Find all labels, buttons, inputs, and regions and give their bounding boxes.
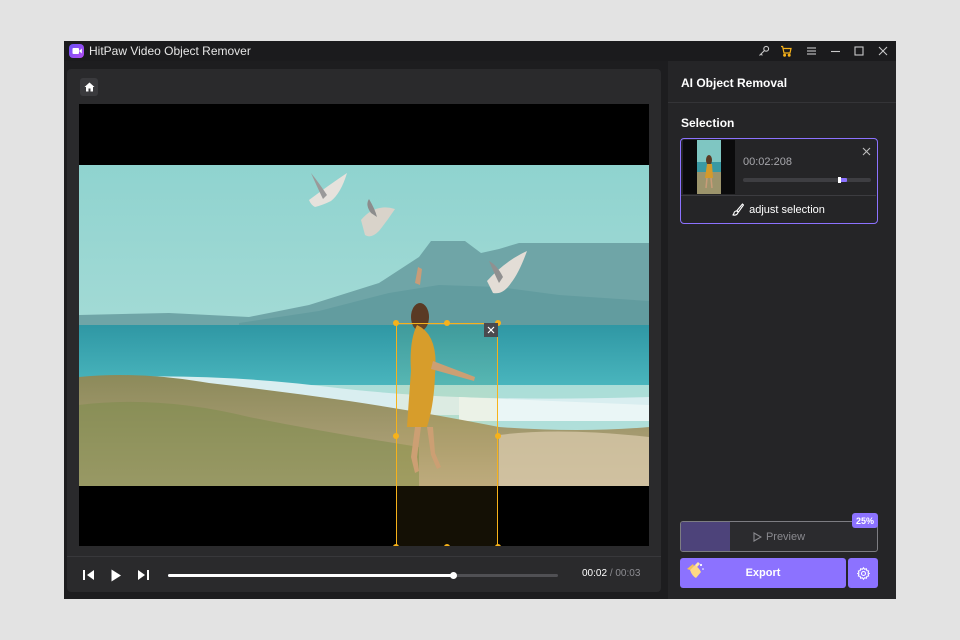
resize-handle[interactable] bbox=[444, 544, 450, 546]
menu-icon[interactable] bbox=[803, 43, 819, 59]
home-icon bbox=[84, 82, 94, 92]
selection-range-track[interactable] bbox=[743, 177, 871, 183]
key-icon[interactable] bbox=[756, 43, 772, 59]
selection-range-handle[interactable] bbox=[838, 177, 841, 183]
play-icon[interactable] bbox=[107, 566, 125, 584]
adjust-selection-label: adjust selection bbox=[749, 203, 825, 216]
selection-thumbnail bbox=[683, 140, 735, 194]
panel-title: AI Object Removal bbox=[681, 76, 788, 90]
step-back-icon[interactable] bbox=[80, 566, 98, 584]
close-icon[interactable] bbox=[860, 145, 872, 157]
time-display: 00:02 / 00:03 bbox=[582, 568, 640, 579]
adjust-selection-button[interactable]: adjust selection bbox=[681, 197, 876, 222]
preview-label: Preview bbox=[765, 530, 806, 543]
total-time: 00:03 bbox=[615, 568, 641, 579]
video-frame bbox=[79, 165, 649, 486]
video-stage[interactable] bbox=[79, 104, 649, 546]
minimize-icon[interactable] bbox=[827, 43, 843, 59]
close-icon[interactable] bbox=[875, 43, 891, 59]
home-button[interactable] bbox=[80, 78, 98, 96]
app-logo-icon bbox=[69, 44, 84, 58]
resize-handle[interactable] bbox=[444, 320, 450, 326]
app-title: HitPaw Video Object Remover bbox=[89, 44, 251, 58]
resize-handle[interactable] bbox=[495, 433, 501, 439]
timeline-progress bbox=[168, 574, 453, 577]
progress-percent-badge: 25% bbox=[852, 513, 878, 528]
resize-handle[interactable] bbox=[495, 544, 501, 546]
video-editor: 00:02 / 00:03 bbox=[67, 69, 661, 592]
resize-handle[interactable] bbox=[393, 433, 399, 439]
step-forward-icon[interactable] bbox=[134, 566, 152, 584]
maximize-icon[interactable] bbox=[851, 43, 867, 59]
divider bbox=[681, 195, 876, 196]
time-separator: / bbox=[609, 568, 613, 579]
title-bar: HitPaw Video Object Remover bbox=[64, 41, 896, 61]
selection-heading: Selection bbox=[681, 116, 735, 130]
app-window: HitPaw Video Object Remover 00:02 / 00:0… bbox=[64, 41, 896, 599]
resize-handle[interactable] bbox=[393, 544, 399, 546]
export-settings-button[interactable] bbox=[848, 558, 878, 588]
play-outline-icon bbox=[753, 531, 762, 542]
current-time: 00:02 bbox=[582, 568, 608, 579]
selection-timestamp: 00:02:208 bbox=[743, 156, 792, 168]
brush-icon bbox=[732, 203, 745, 216]
ai-removal-panel: AI Object Removal Selection 00:02:208 ad… bbox=[668, 61, 896, 599]
export-button[interactable]: Export bbox=[680, 558, 846, 588]
export-label: Export bbox=[745, 567, 781, 579]
preview-button[interactable]: Preview bbox=[680, 521, 878, 552]
resize-handle[interactable] bbox=[393, 320, 399, 326]
timeline-handle[interactable] bbox=[449, 572, 457, 579]
cart-icon[interactable] bbox=[778, 43, 794, 59]
gear-icon bbox=[856, 566, 870, 580]
object-selection-box[interactable] bbox=[393, 320, 501, 546]
divider bbox=[668, 102, 896, 103]
selection-card[interactable]: 00:02:208 adjust selection bbox=[680, 138, 878, 224]
playback-controls: 00:02 / 00:03 bbox=[67, 556, 661, 592]
timeline-slider[interactable] bbox=[168, 572, 558, 579]
remove-selection-icon[interactable] bbox=[484, 323, 498, 337]
